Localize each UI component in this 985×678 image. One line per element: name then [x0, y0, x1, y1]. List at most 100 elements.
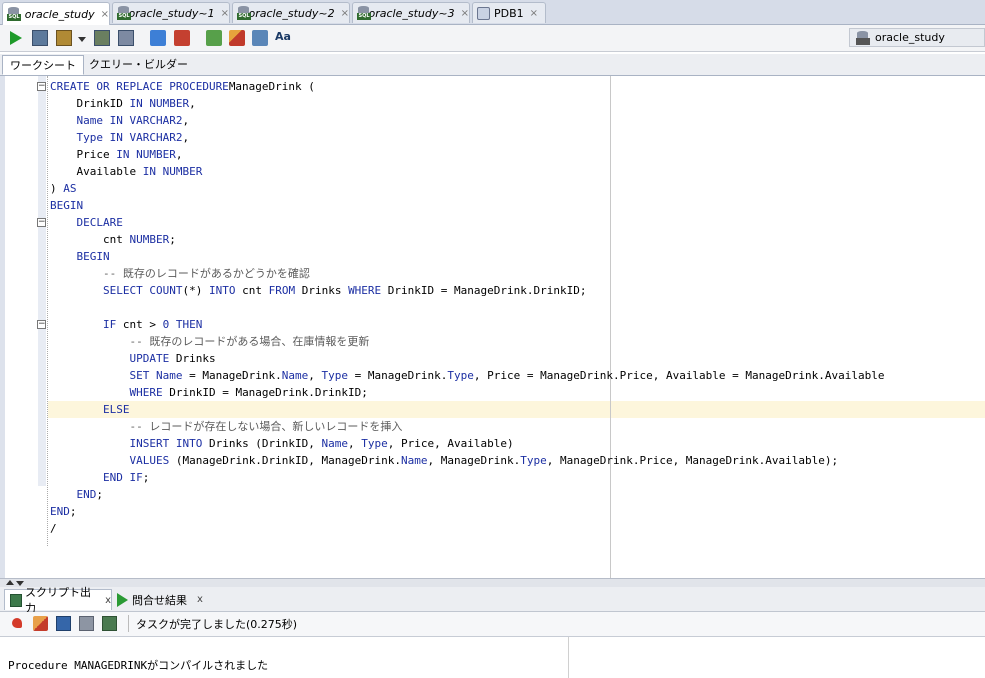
code-token: , ManageDrink.	[427, 454, 521, 467]
code-comment: -- 既存のレコードがある場合、在庫情報を更新	[50, 335, 370, 348]
tab-script-output[interactable]: スクリプト出力 x	[4, 586, 112, 615]
code-token: DrinkID	[50, 97, 130, 110]
code-token: ;	[142, 471, 150, 484]
tab-query-result[interactable]: 問合せ結果 x	[112, 589, 212, 610]
code-keyword: Name	[321, 437, 349, 450]
close-icon[interactable]: ×	[530, 8, 538, 19]
code-token: cnt >	[116, 318, 163, 331]
script-output-area: Procedure MANAGEDRINKがコンパイルされました	[0, 637, 985, 678]
code-keyword: IF	[50, 318, 117, 331]
fold-guide	[47, 76, 48, 546]
script-output-icon	[10, 593, 23, 607]
doc-tab-oracle-study-2[interactable]: SQL oracle_study~2 ×	[232, 2, 350, 23]
run-script-icon[interactable]	[32, 30, 48, 46]
code-keyword: BEGIN	[50, 250, 110, 263]
eraser-icon[interactable]	[33, 616, 48, 631]
close-icon[interactable]: x	[197, 594, 203, 605]
code-token: ,	[348, 437, 362, 450]
code-keyword: DECLARE	[50, 216, 123, 229]
doc-tab-oracle-study-1[interactable]: SQL oracle_study~1 ×	[112, 2, 230, 23]
code-comment: -- 既存のレコードがあるかどうかを確認	[50, 267, 310, 280]
doc-tab-oracle-study[interactable]: SQL oracle_study ×	[2, 2, 110, 25]
sql-editor[interactable]: − − − CREATE OR REPLACE PROCEDUREManageD…	[0, 76, 985, 578]
sql-tuning-icon[interactable]	[174, 30, 190, 46]
fold-collapse-icon[interactable]: −	[37, 82, 46, 91]
code-keyword: BEGIN	[50, 199, 84, 212]
commit-icon[interactable]	[56, 30, 72, 46]
code-keyword: Type	[520, 454, 547, 467]
connection-selector[interactable]: oracle_study	[849, 28, 985, 47]
tab-query-builder[interactable]: クエリー・ビルダー	[82, 55, 195, 75]
output-message: Procedure MANAGEDRINKがコンパイルされました	[8, 659, 269, 672]
code-keyword: CREATE OR REPLACE PROCEDURE	[50, 80, 229, 93]
unshared-sql-icon[interactable]	[206, 30, 222, 46]
run-statement-icon[interactable]	[10, 31, 22, 45]
sql-icon[interactable]	[102, 616, 117, 631]
doc-tab-pdb1[interactable]: PDB1 ×	[472, 2, 546, 23]
database-icon	[477, 6, 490, 20]
code-keyword: Type	[321, 369, 349, 382]
close-icon[interactable]: x	[105, 595, 111, 606]
code-keyword: INTO	[208, 284, 236, 297]
worksheet-toolbar: Aa oracle_study	[0, 25, 985, 52]
tab-worksheet[interactable]: ワークシート	[2, 55, 84, 75]
close-icon[interactable]: ×	[221, 8, 229, 19]
code-keyword: Type	[447, 369, 474, 382]
code-token: Drinks (DrinkID,	[202, 437, 322, 450]
chevron-down-icon[interactable]	[78, 37, 86, 42]
code-token: )	[50, 182, 64, 195]
pin-icon[interactable]	[12, 618, 22, 628]
database-icon	[856, 30, 870, 45]
close-icon[interactable]: ×	[101, 9, 109, 20]
close-icon[interactable]: ×	[461, 8, 469, 19]
code-keyword: IN NUMBER	[142, 165, 203, 178]
doc-tab-oracle-study-3[interactable]: SQL oracle_study~3 ×	[352, 2, 470, 23]
code-token: ;	[169, 233, 176, 246]
doc-tab-label: oracle_study~3	[368, 6, 455, 20]
output-divider	[568, 637, 569, 678]
code-token: DrinkID = ManageDrink.DrinkID;	[162, 386, 368, 399]
chevron-up-icon[interactable]	[6, 580, 14, 585]
tab-label: 問合せ結果	[132, 593, 187, 607]
clear-icon[interactable]	[229, 30, 245, 46]
code-line: Type IN VARCHAR2,	[50, 129, 885, 146]
code-token: Drinks	[295, 284, 349, 297]
code-keyword: END IF	[50, 471, 143, 484]
code-keyword: END	[50, 488, 97, 501]
connection-name: oracle_study	[875, 31, 945, 44]
code-token: , ManageDrink.Price, ManageDrink.Availab…	[546, 454, 839, 467]
code-token: /	[50, 522, 57, 535]
code-line: END;	[50, 503, 885, 520]
code-token: = ManageDrink.	[182, 369, 282, 382]
history-icon[interactable]	[252, 30, 268, 46]
code-token: cnt	[235, 284, 269, 297]
sql-worksheet-icon: SQL	[357, 6, 371, 20]
fold-collapse-icon[interactable]: −	[37, 320, 46, 329]
code-token: ,	[308, 369, 322, 382]
code-keyword: SELECT COUNT	[50, 284, 183, 297]
code-token: , Price, Available)	[387, 437, 514, 450]
doc-tab-label: oracle_study~2	[248, 6, 335, 20]
code-token: , Price = ManageDrink.Price, Available =…	[473, 369, 885, 382]
rollback-icon[interactable]	[94, 30, 110, 46]
panel-splitter[interactable]	[0, 578, 985, 587]
format-icon[interactable]: Aa	[275, 30, 291, 46]
code-token: Price	[50, 148, 117, 161]
autotrace-icon[interactable]	[150, 30, 166, 46]
chevron-down-icon[interactable]	[16, 581, 24, 586]
code-line: WHERE DrinkID = ManageDrink.DrinkID;	[50, 384, 885, 401]
code-line: UPDATE Drinks	[50, 350, 885, 367]
code-keyword: SET Name	[50, 369, 183, 382]
code-keyword: AS	[63, 182, 77, 195]
code-line: BEGIN	[50, 248, 885, 265]
save-icon[interactable]	[56, 616, 71, 631]
close-icon[interactable]: ×	[341, 8, 349, 19]
code-keyword: Type	[361, 437, 388, 450]
code-line: /	[50, 520, 885, 537]
code-line: END IF;	[50, 469, 885, 486]
explain-plan-icon[interactable]	[118, 30, 134, 46]
print-icon[interactable]	[79, 616, 94, 631]
code-keyword: IN NUMBER	[129, 97, 190, 110]
fold-collapse-icon[interactable]: −	[37, 218, 46, 227]
